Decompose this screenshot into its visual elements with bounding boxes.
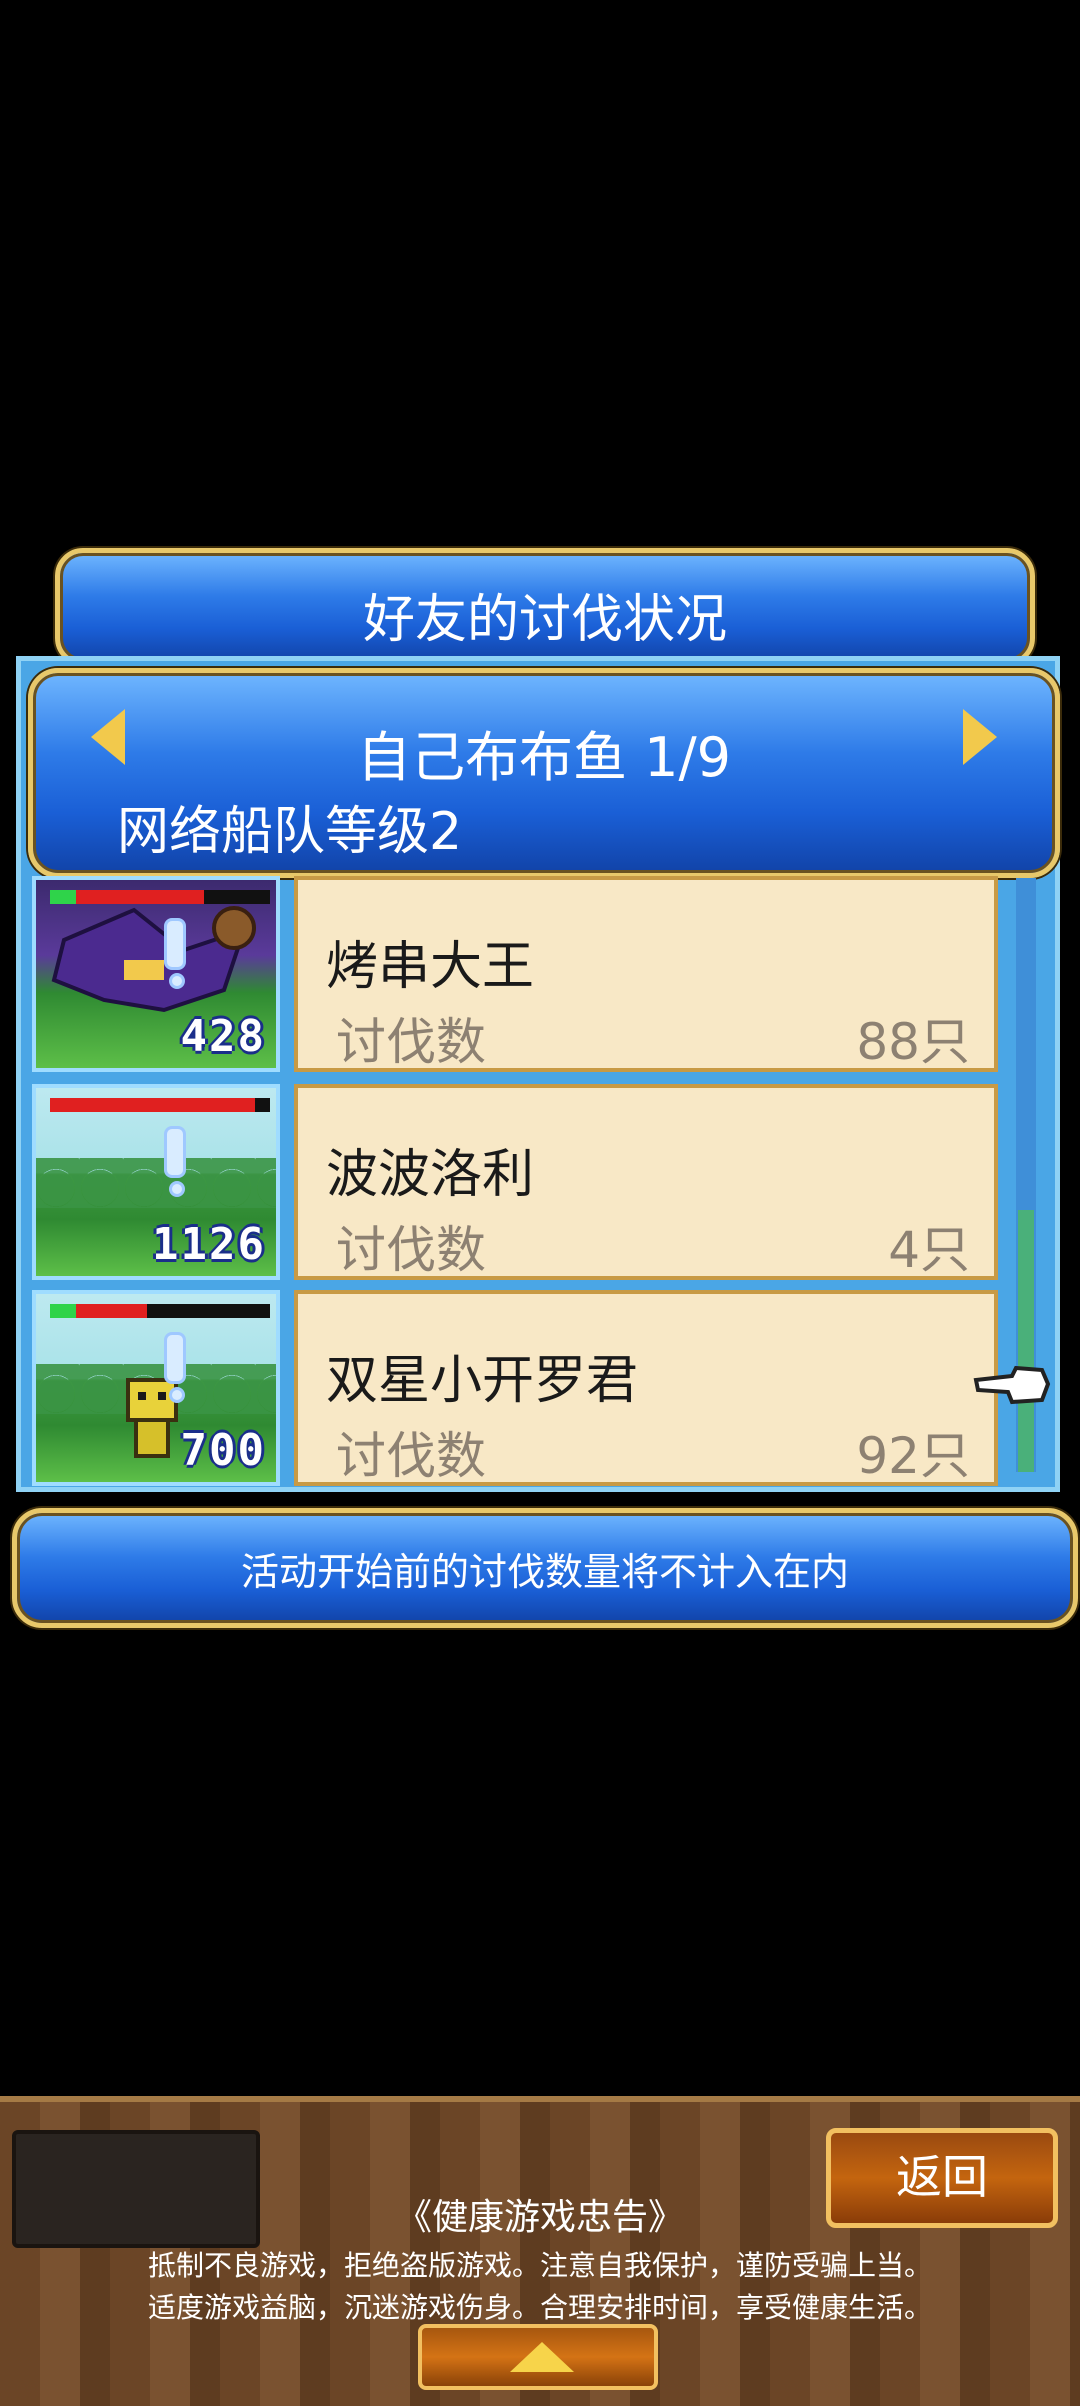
friend-name: 波波洛利 [326,1145,535,1205]
scrollbar-thumb[interactable] [1018,1210,1034,1472]
hp-green [50,1304,76,1318]
friend-row[interactable]: 700 双星小开罗君 讨伐数 92只 [32,1290,1002,1490]
bottom-panel: 返回 《健康游戏忠告》 抵制不良游戏，拒绝盗版游戏。注意自我保护，谨防受骗上当。… [0,2096,1080,2406]
friend-card: 双星小开罗君 讨伐数 92只 [294,1290,998,1486]
dialog-title: 好友的讨伐状况 [362,590,727,650]
monster-thumbnail: 1126 [32,1084,280,1280]
kill-count-label: 讨伐数 [336,1221,486,1279]
player-name: 自己布布鱼 1/9 [356,726,732,789]
wizard-monster-icon [51,906,256,1013]
player-header: 自己布布鱼 1/9 网络船队等级2 [28,668,1060,878]
friend-row[interactable]: 1126 波波洛利 讨伐数 4只 [32,1084,1002,1284]
monster-thumbnail: 700 [32,1290,280,1486]
health-warning-line: 抵制不良游戏，拒绝盗版游戏。注意自我保护，谨防受骗上当。 [147,2249,932,2282]
monster-number: 700 [180,1425,266,1476]
dialog-title-bar: 好友的讨伐状况 [55,548,1035,666]
kill-count-label: 讨伐数 [336,1013,486,1071]
monster-number: 428 [180,1011,266,1062]
notice-bar: 活动开始前的讨伐数量将不计入在内 [12,1508,1078,1628]
health-warning-title: 《健康游戏忠告》 [395,2197,684,2238]
kill-count-label: 讨伐数 [336,1427,486,1485]
health-warning-line: 适度游戏益脑，沉迷游戏伤身。合理安排时间，享受健康生活。 [147,2291,932,2324]
kill-count-value: 92只 [856,1427,970,1485]
chevron-right-icon[interactable] [963,709,997,765]
up-arrow-icon [510,2342,574,2372]
hp-bar [50,1098,270,1112]
friend-row[interactable]: 428 烤串大王 讨伐数 88只 [32,876,1002,1076]
fleet-level: 网络船队等级2 [117,802,463,862]
hp-bar [50,1304,270,1318]
monster-number: 1126 [152,1219,266,1270]
expand-button[interactable] [418,2324,658,2390]
exclamation-icon [164,918,186,989]
kill-count-value: 88只 [856,1013,970,1071]
friend-name: 烤串大王 [326,937,535,997]
forest-background [36,1158,276,1208]
pointing-hand-icon [973,1365,1051,1405]
friend-card: 波波洛利 讨伐数 4只 [294,1084,998,1280]
monster-thumbnail: 428 [32,876,280,1072]
friend-name: 双星小开罗君 [326,1351,639,1411]
exclamation-icon [164,1332,186,1403]
exclamation-icon [164,1126,186,1197]
hp-fill [50,1098,255,1112]
kill-count-value: 4只 [888,1221,970,1279]
friend-card: 烤串大王 讨伐数 88只 [294,876,998,1072]
notice-text: 活动开始前的讨伐数量将不计入在内 [240,1550,849,1594]
